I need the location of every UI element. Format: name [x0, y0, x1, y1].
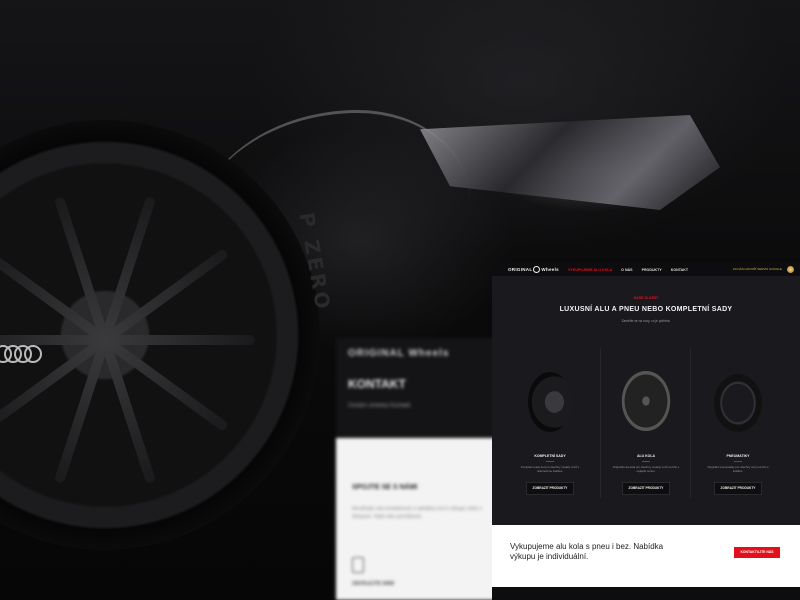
site-navbar: ORIGINAL Wheels VYKUPUJEME ALU KOLA O NÁ…: [492, 263, 800, 276]
call-link[interactable]: ZAVOLEJTE NÁM: [352, 581, 490, 587]
column-divider: [690, 348, 691, 498]
product-divider: [734, 461, 742, 462]
show-products-button[interactable]: ZOBRAZIT PRODUKTY: [714, 482, 762, 495]
section-subtitle: Zaměřte se na vozy, co je potřeba.: [621, 319, 671, 323]
logo-circle-icon: [533, 266, 541, 273]
product-card-alloy-wheels: ALU KOLA Originální alu kola pro všechny…: [606, 358, 686, 495]
product-description: Kompletní sady kol pro všechny modely vo…: [520, 465, 580, 473]
product-name: KOMPLETNÍ SADY: [534, 454, 566, 458]
product-card-tyres: PNEUMATIKY Originální pneumatiky pro vše…: [698, 358, 778, 495]
product-name: ALU KOLA: [636, 454, 656, 458]
contact-page-preview: ORIGINAL Wheels KONTAKT Úvodní stránka K…: [336, 338, 506, 600]
buyout-banner: Vykupujeme alu kola s pneu i bez. Nabídk…: [492, 525, 800, 587]
complete-set-icon: [528, 372, 572, 432]
phone-icon: [352, 557, 364, 573]
contact-paragraph: Neváhejte nás kontaktovat s nabídkou kol…: [352, 506, 483, 520]
product-divider: [546, 461, 554, 462]
product-divider: [642, 461, 650, 462]
contact-heading: SPOJTE SE S NÁMI: [352, 484, 418, 491]
google-rating-text[interactable]: ZA NÁS HOVOŘÍ SERVIS GOOGLE: [733, 267, 782, 271]
column-divider: [600, 348, 601, 498]
product-card-complete-sets: KOMPLETNÍ SADY Kompletní sady kol pro vš…: [510, 358, 590, 495]
section-title: LUXUSNÍ ALU A PNEU NEBO KOMPLETNÍ SADY: [559, 306, 733, 313]
section-eyebrow: NAŠE SLUŽBY: [633, 296, 659, 300]
tyre-icon: [714, 374, 762, 432]
nav-item-contact[interactable]: KONTAKT: [671, 268, 688, 272]
product-name: PNEUMATIKY: [726, 454, 750, 458]
contact-us-button[interactable]: KONTAKTUJTE NÁS: [734, 547, 780, 558]
nav-item-products[interactable]: PRODUKTY: [642, 268, 662, 272]
contact-logo: ORIGINAL Wheels: [348, 348, 450, 359]
nav-item-about[interactable]: O NÁS: [621, 268, 632, 272]
car-logo-rings-icon: [0, 345, 42, 363]
show-products-button[interactable]: ZOBRAZIT PRODUKTY: [526, 482, 574, 495]
product-description: Originální pneumatiky pro všechny vozy n…: [707, 465, 769, 473]
alloy-wheel-icon: [621, 370, 671, 432]
logo-text-left: ORIGINAL: [508, 267, 533, 272]
contact-title: KONTAKT: [348, 377, 406, 391]
logo-text-right: Wheels: [541, 267, 559, 272]
website-mockup: ORIGINAL Wheels VYKUPUJEME ALU KOLA O NÁ…: [492, 263, 800, 600]
nav-item-buyout[interactable]: VYKUPUJEME ALU KOLA: [568, 268, 612, 272]
footer-strip: [492, 587, 800, 600]
show-products-button[interactable]: ZOBRAZIT PRODUKTY: [622, 482, 670, 495]
site-logo[interactable]: ORIGINAL Wheels: [508, 266, 559, 273]
product-description: Originální alu kola pro všechny modely v…: [612, 465, 680, 473]
google-badge-icon[interactable]: [787, 266, 794, 273]
breadcrumb: Úvodní stránka Kontakt: [348, 403, 411, 409]
buyout-text: Vykupujeme alu kola s pneu i bez. Nabídk…: [510, 542, 664, 561]
